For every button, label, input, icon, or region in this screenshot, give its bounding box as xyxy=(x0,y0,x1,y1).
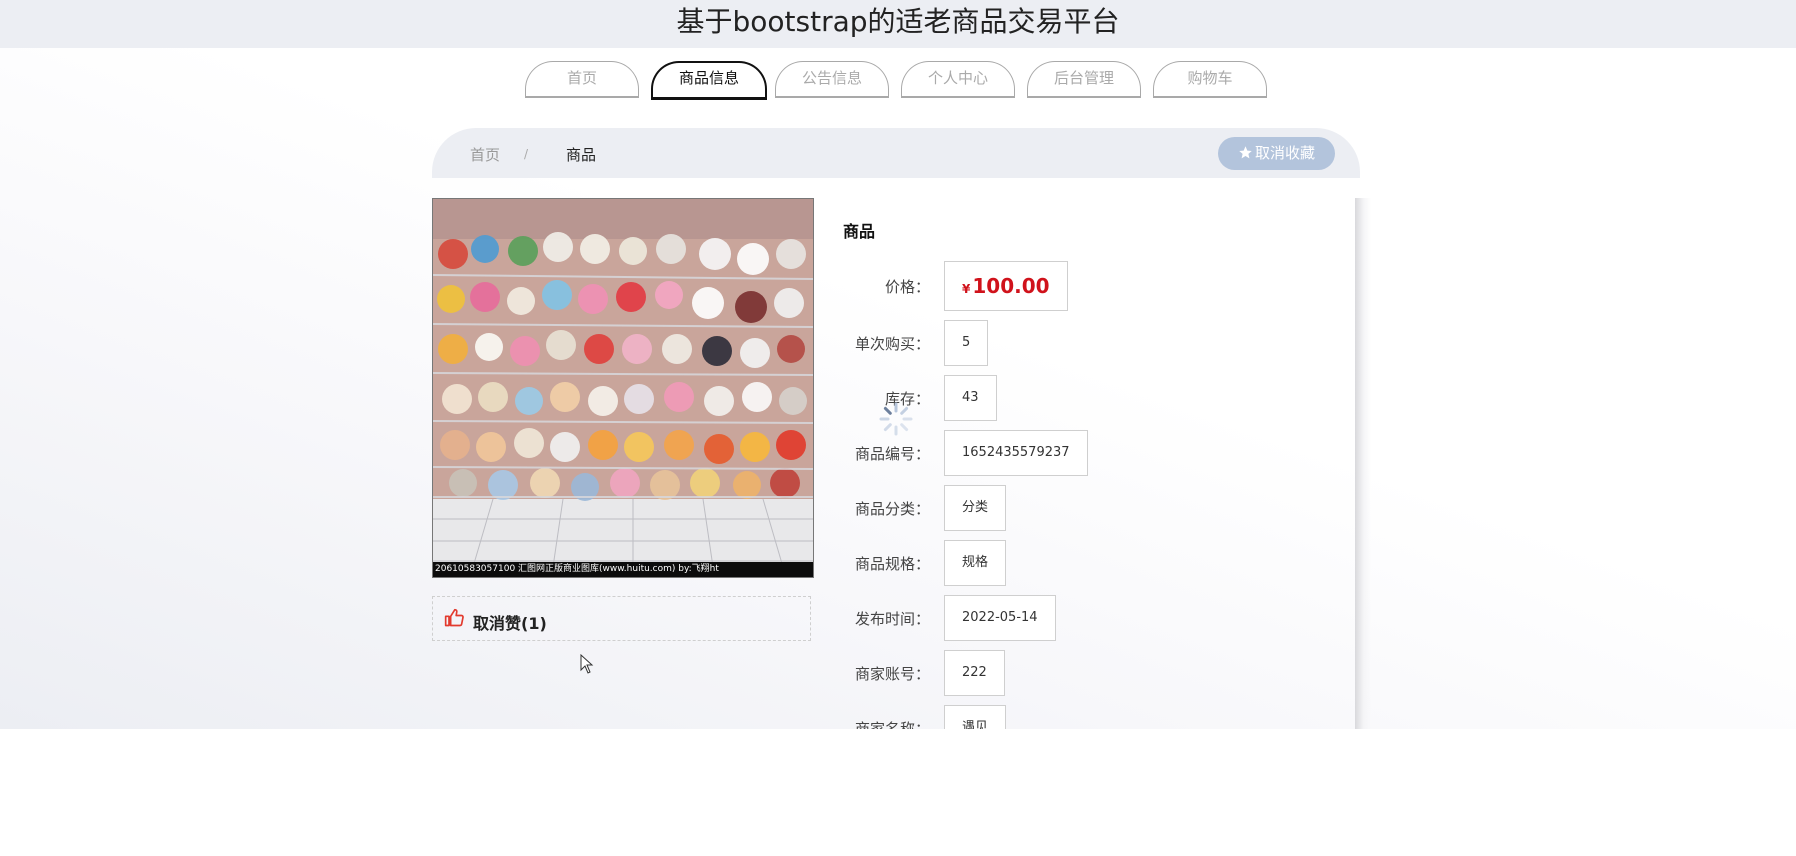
price-label: 价格： xyxy=(884,278,930,296)
merchant-name-label: 商家名称： xyxy=(854,720,930,729)
tab-home[interactable]: 首页 xyxy=(525,61,639,98)
product-code-label: 商品编号： xyxy=(854,445,930,463)
unfavorite-button[interactable]: 取消收藏 xyxy=(1218,137,1335,170)
tab-personal-center[interactable]: 个人中心 xyxy=(901,61,1015,98)
merchant-account-value: 222 xyxy=(944,650,1005,696)
star-icon xyxy=(1239,146,1252,159)
tab-product-info[interactable]: 商品信息 xyxy=(651,61,767,100)
merchant-name-value: 遇见 xyxy=(944,705,1007,729)
breadcrumb-separator: / xyxy=(524,147,529,161)
unlike-button[interactable]: 取消赞(1) xyxy=(432,596,811,641)
image-caption: 20610583057100 汇图网正版商业图库(www.huitu.com) … xyxy=(435,564,719,574)
panel-edge xyxy=(1355,198,1371,729)
site-header: 基于bootstrap的适老商品交易平台 xyxy=(0,0,1796,48)
loading-spinner-icon xyxy=(879,402,913,436)
tab-cart[interactable]: 购物车 xyxy=(1153,61,1267,98)
purchase-qty-value: 5 xyxy=(944,320,989,366)
unlike-label: 取消赞(1) xyxy=(473,614,547,633)
publish-date-label: 发布时间： xyxy=(854,610,930,628)
stock-value: 43 xyxy=(944,375,997,421)
site-title: 基于bootstrap的适老商品交易平台 xyxy=(676,5,1120,38)
category-label: 商品分类： xyxy=(854,500,930,518)
tab-announcements[interactable]: 公告信息 xyxy=(775,61,889,98)
page-background: 基于bootstrap的适老商品交易平台 首页 商品信息 公告信息 个人中心 后… xyxy=(0,0,1796,729)
currency-symbol: ¥ xyxy=(962,282,971,296)
mouse-cursor-icon xyxy=(580,654,594,674)
breadcrumb-current: 商品 xyxy=(566,146,597,164)
breadcrumb: 首页 / 商品 取消收藏 xyxy=(432,128,1360,178)
price-amount: 100.00 xyxy=(972,274,1050,298)
product-image: 20610583057100 汇图网正版商业图库(www.huitu.com) … xyxy=(432,198,814,578)
thumbs-up-icon xyxy=(444,608,464,627)
spec-label: 商品规格： xyxy=(854,555,930,573)
product-code-value: 1652435579237 xyxy=(944,430,1088,476)
plush-shelf-illustration xyxy=(433,199,813,577)
spec-value: 规格 xyxy=(944,540,1007,586)
merchant-account-label: 商家账号： xyxy=(854,665,930,683)
publish-date-value: 2022-05-14 xyxy=(944,595,1056,641)
tab-admin[interactable]: 后台管理 xyxy=(1027,61,1141,98)
price-value: ¥100.00 xyxy=(944,261,1068,311)
unfavorite-label: 取消收藏 xyxy=(1254,144,1315,162)
purchase-qty-label: 单次购买： xyxy=(854,335,930,353)
breadcrumb-home[interactable]: 首页 xyxy=(470,144,500,165)
product-title: 商品 xyxy=(843,222,876,241)
category-value: 分类 xyxy=(944,485,1007,531)
